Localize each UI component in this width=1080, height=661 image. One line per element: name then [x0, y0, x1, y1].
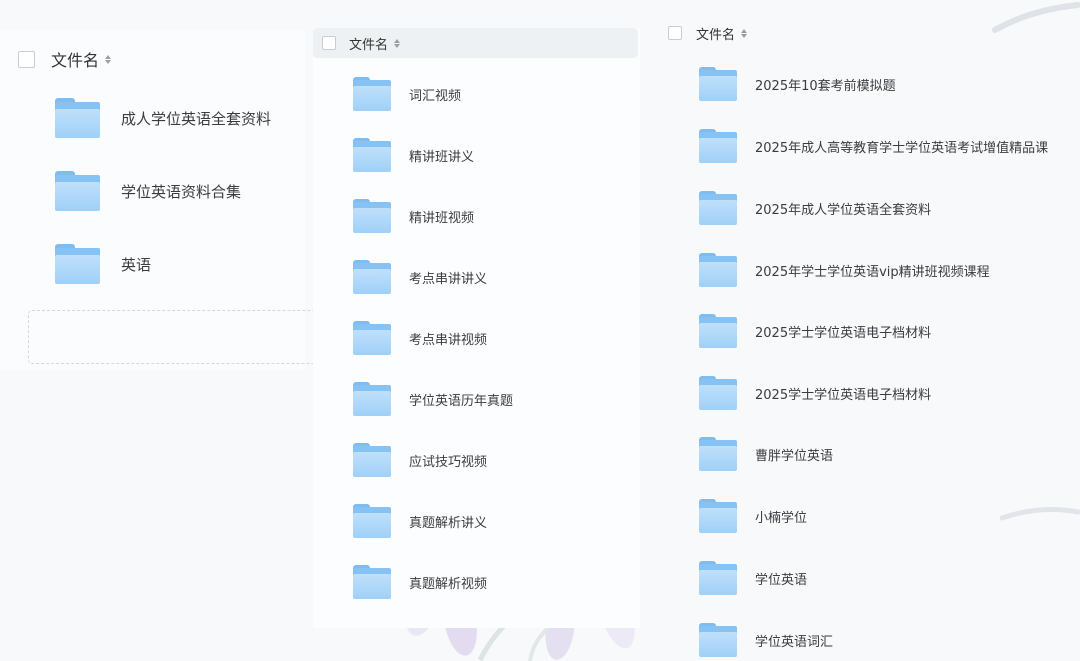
folder-row[interactable]: 曹胖学位英语 — [699, 437, 833, 471]
folder-name: 2025学士学位英语电子档材料 — [755, 325, 932, 341]
folder-row[interactable]: 英语 — [55, 244, 151, 284]
folder-row[interactable]: 2025年10套考前模拟题 — [699, 67, 896, 101]
folder-name: 英语 — [121, 255, 152, 274]
sort-icon[interactable] — [394, 38, 401, 48]
folder-name: 2025年学士学位英语vip精讲班视频课程 — [755, 264, 990, 280]
folder-icon — [699, 437, 737, 471]
folder-row[interactable]: 2025年学士学位英语vip精讲班视频课程 — [699, 253, 990, 287]
folder-name: 曹胖学位英语 — [755, 448, 834, 464]
folder-name: 词汇视频 — [409, 88, 462, 104]
folder-icon — [699, 191, 737, 225]
folder-row[interactable]: 小楠学位 — [699, 499, 807, 533]
folder-name: 2025年成人学位英语全套资料 — [755, 202, 932, 218]
folder-row[interactable]: 考点串讲视频 — [353, 321, 487, 355]
folder-name: 学位英语 — [755, 572, 808, 588]
folder-row[interactable]: 应试技巧视频 — [353, 443, 487, 477]
folder-name: 应试技巧视频 — [409, 454, 488, 470]
folder-name: 小楠学位 — [755, 510, 808, 526]
folder-icon — [353, 138, 391, 172]
drop-zone[interactable] — [28, 310, 319, 364]
filename-column-header[interactable]: 文件名 — [51, 47, 99, 71]
folder-name: 精讲班视频 — [409, 210, 475, 226]
folder-icon — [55, 98, 100, 138]
folder-row[interactable]: 2025学士学位英语电子档材料 — [699, 314, 931, 348]
folder-row[interactable]: 2025年成人学位英语全套资料 — [699, 191, 931, 225]
folder-icon — [699, 314, 737, 348]
folder-row[interactable]: 成人学位英语全套资料 — [55, 98, 271, 138]
file-list-panel-2: 文件名 词汇视频 精讲班讲义 精讲班视频 考点串讲讲义 考点串讲视频 学位英语历… — [313, 28, 640, 628]
folder-row[interactable]: 学位英语词汇 — [699, 623, 833, 657]
folder-icon — [699, 561, 737, 595]
folder-name: 2025年10套考前模拟题 — [755, 78, 896, 94]
folder-icon — [699, 67, 737, 101]
folder-row[interactable]: 真题解析视频 — [353, 565, 487, 599]
folder-row[interactable]: 2025年成人高等教育学士学位英语考试增值精品课 — [699, 129, 1048, 163]
folder-row[interactable]: 精讲班视频 — [353, 199, 474, 233]
folder-row[interactable]: 2025学士学位英语电子档材料 — [699, 376, 931, 410]
folder-name: 考点串讲讲义 — [409, 271, 488, 287]
folder-icon — [699, 499, 737, 533]
folder-icon — [699, 253, 737, 287]
folder-icon — [353, 504, 391, 538]
folder-icon — [699, 376, 737, 410]
folder-name: 学位英语词汇 — [755, 634, 834, 650]
folder-icon — [353, 260, 391, 294]
folder-name: 真题解析讲义 — [409, 515, 488, 531]
file-list-header: 文件名 — [668, 22, 748, 44]
sort-icon[interactable] — [741, 28, 748, 38]
folder-name: 考点串讲视频 — [409, 332, 488, 348]
folder-icon — [353, 199, 391, 233]
select-all-checkbox[interactable] — [322, 36, 336, 50]
folder-row[interactable]: 学位英语历年真题 — [353, 382, 513, 416]
folder-icon — [353, 565, 391, 599]
file-list-panel-1: 文件名 成人学位英语全套资料 学位英语资料合集 英语 — [0, 30, 319, 370]
folder-name: 精讲班讲义 — [409, 149, 475, 165]
folder-icon — [353, 443, 391, 477]
select-all-checkbox[interactable] — [668, 26, 682, 40]
folder-name: 成人学位英语全套资料 — [121, 109, 272, 128]
folder-icon — [699, 129, 737, 163]
folder-row[interactable]: 词汇视频 — [353, 77, 461, 111]
folder-icon — [55, 171, 100, 211]
folder-icon — [55, 244, 100, 284]
folder-name: 2025学士学位英语电子档材料 — [755, 387, 932, 403]
folder-name: 学位英语资料合集 — [121, 182, 242, 201]
folder-row[interactable]: 精讲班讲义 — [353, 138, 474, 172]
folder-icon — [353, 77, 391, 111]
folder-name: 真题解析视频 — [409, 576, 488, 592]
file-list-header: 文件名 — [18, 47, 112, 71]
folder-name: 2025年成人高等教育学士学位英语考试增值精品课 — [755, 140, 1049, 156]
filename-column-header[interactable]: 文件名 — [349, 34, 388, 53]
folder-icon — [699, 623, 737, 657]
folder-row[interactable]: 学位英语资料合集 — [55, 171, 241, 211]
select-all-checkbox[interactable] — [18, 50, 35, 68]
sort-icon[interactable] — [105, 54, 112, 64]
folder-row[interactable]: 真题解析讲义 — [353, 504, 487, 538]
file-list-header: 文件名 — [313, 28, 638, 58]
folder-row[interactable]: 考点串讲讲义 — [353, 260, 487, 294]
filename-column-header[interactable]: 文件名 — [696, 24, 735, 43]
folder-name: 学位英语历年真题 — [409, 393, 514, 409]
folder-icon — [353, 382, 391, 416]
file-list-panel-3: 文件名 2025年10套考前模拟题 2025年成人高等教育学士学位英语考试增值精… — [660, 14, 1080, 661]
folder-icon — [353, 321, 391, 355]
folder-row[interactable]: 学位英语 — [699, 561, 807, 595]
